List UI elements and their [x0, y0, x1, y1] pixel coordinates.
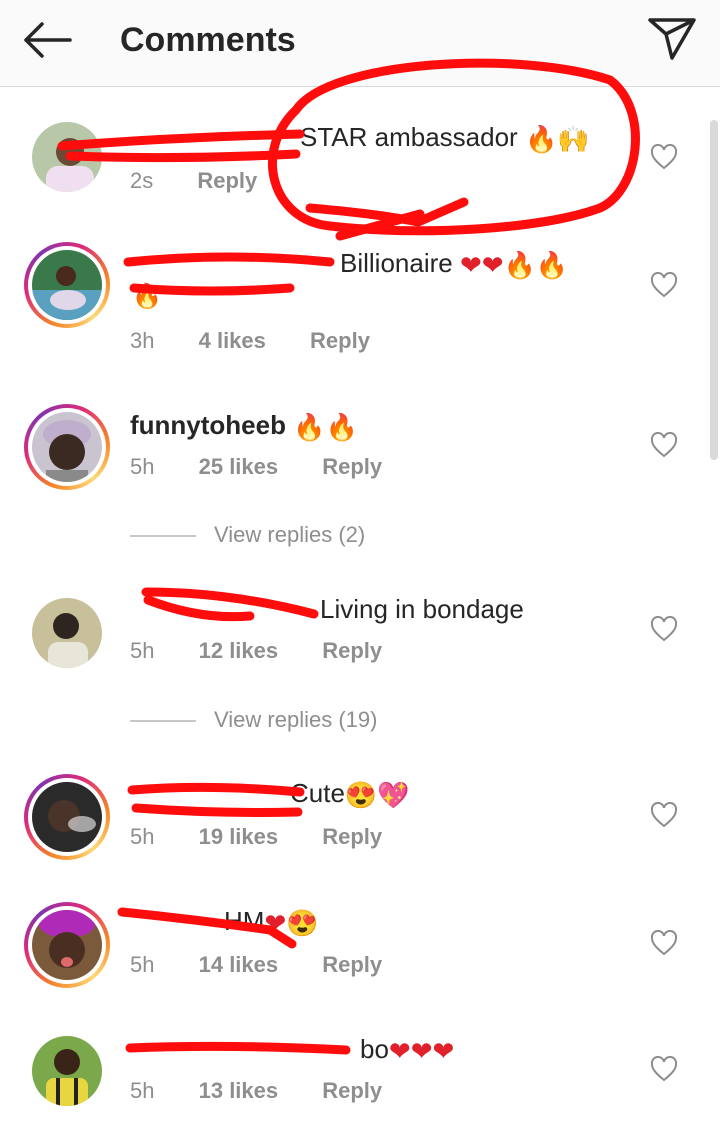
heart-icon[interactable]: [650, 432, 678, 458]
reply-button[interactable]: Reply: [322, 1078, 382, 1103]
view-replies-button[interactable]: View replies (2): [130, 522, 365, 548]
fire-emoji-icon: 🔥: [132, 283, 162, 310]
arrow-left-icon[interactable]: [18, 18, 78, 62]
red-heart-emoji-icon: ❤❤❤: [388, 1036, 455, 1067]
heart-icon[interactable]: [650, 1056, 678, 1082]
avatar[interactable]: [32, 910, 102, 980]
comment-time: 5h: [130, 824, 155, 849]
comment-time: 3h: [130, 328, 155, 353]
comment-text: HM: [224, 906, 265, 936]
avatar[interactable]: [32, 122, 102, 192]
red-heart-emoji-icon: ❤: [264, 908, 287, 939]
comment-time: 2s: [130, 168, 154, 193]
comment-time: 5h: [130, 454, 155, 479]
fire-emoji-icon: 🔥🔥: [503, 250, 569, 281]
heart-icon[interactable]: [650, 802, 678, 828]
avatar[interactable]: [32, 782, 102, 852]
reply-button[interactable]: Reply: [322, 638, 382, 663]
divider: [130, 720, 196, 723]
heart-icon[interactable]: [650, 930, 678, 956]
reply-button[interactable]: Reply: [322, 824, 382, 849]
likes-count[interactable]: 12 likes: [199, 638, 279, 663]
heart-icon[interactable]: [650, 616, 678, 642]
comment-time: 5h: [130, 952, 155, 977]
comment-username[interactable]: funnytoheeb: [130, 410, 286, 440]
reply-button[interactable]: Reply: [197, 168, 257, 193]
avatar[interactable]: [32, 1036, 102, 1106]
likes-count[interactable]: 19 likes: [199, 824, 279, 849]
sparkling-heart-emoji-icon: 💖: [377, 780, 410, 811]
heart-eyes-emoji-icon: 😍: [344, 780, 378, 811]
avatar[interactable]: [32, 412, 102, 482]
heart-icon[interactable]: [650, 144, 678, 170]
reply-button[interactable]: Reply: [310, 328, 370, 353]
scrollbar[interactable]: [710, 120, 718, 460]
comment-time: 5h: [130, 1078, 155, 1103]
likes-count[interactable]: 4 likes: [199, 328, 266, 353]
paper-plane-icon[interactable]: [644, 14, 700, 64]
likes-count[interactable]: 13 likes: [199, 1078, 279, 1103]
comment-text: bo: [360, 1034, 389, 1064]
reply-button[interactable]: Reply: [322, 952, 382, 977]
divider: [130, 535, 196, 538]
heart-eyes-emoji-icon: 😍: [286, 908, 319, 939]
comment-time: 5h: [130, 638, 155, 663]
red-heart-emoji-icon: ❤❤: [459, 250, 504, 281]
reply-button[interactable]: Reply: [322, 454, 382, 479]
fire-emoji-icon: 🔥: [524, 124, 558, 155]
comments-header: Comments: [0, 0, 720, 87]
comment-text: Living in bondage: [320, 594, 524, 624]
avatar[interactable]: [32, 598, 102, 668]
comment-text: Billionaire: [340, 248, 453, 278]
fire-emoji-icon: 🔥🔥: [293, 412, 358, 443]
heart-icon[interactable]: [650, 272, 678, 298]
avatar[interactable]: [32, 250, 102, 320]
comment-text: Cute: [290, 778, 345, 808]
likes-count[interactable]: 14 likes: [199, 952, 279, 977]
raised-hands-emoji-icon: 🙌: [557, 124, 590, 155]
view-replies-button[interactable]: View replies (19): [130, 707, 377, 733]
comment-text: STAR ambassador: [300, 122, 518, 152]
likes-count[interactable]: 25 likes: [199, 454, 279, 479]
page-title: Comments: [120, 21, 296, 59]
